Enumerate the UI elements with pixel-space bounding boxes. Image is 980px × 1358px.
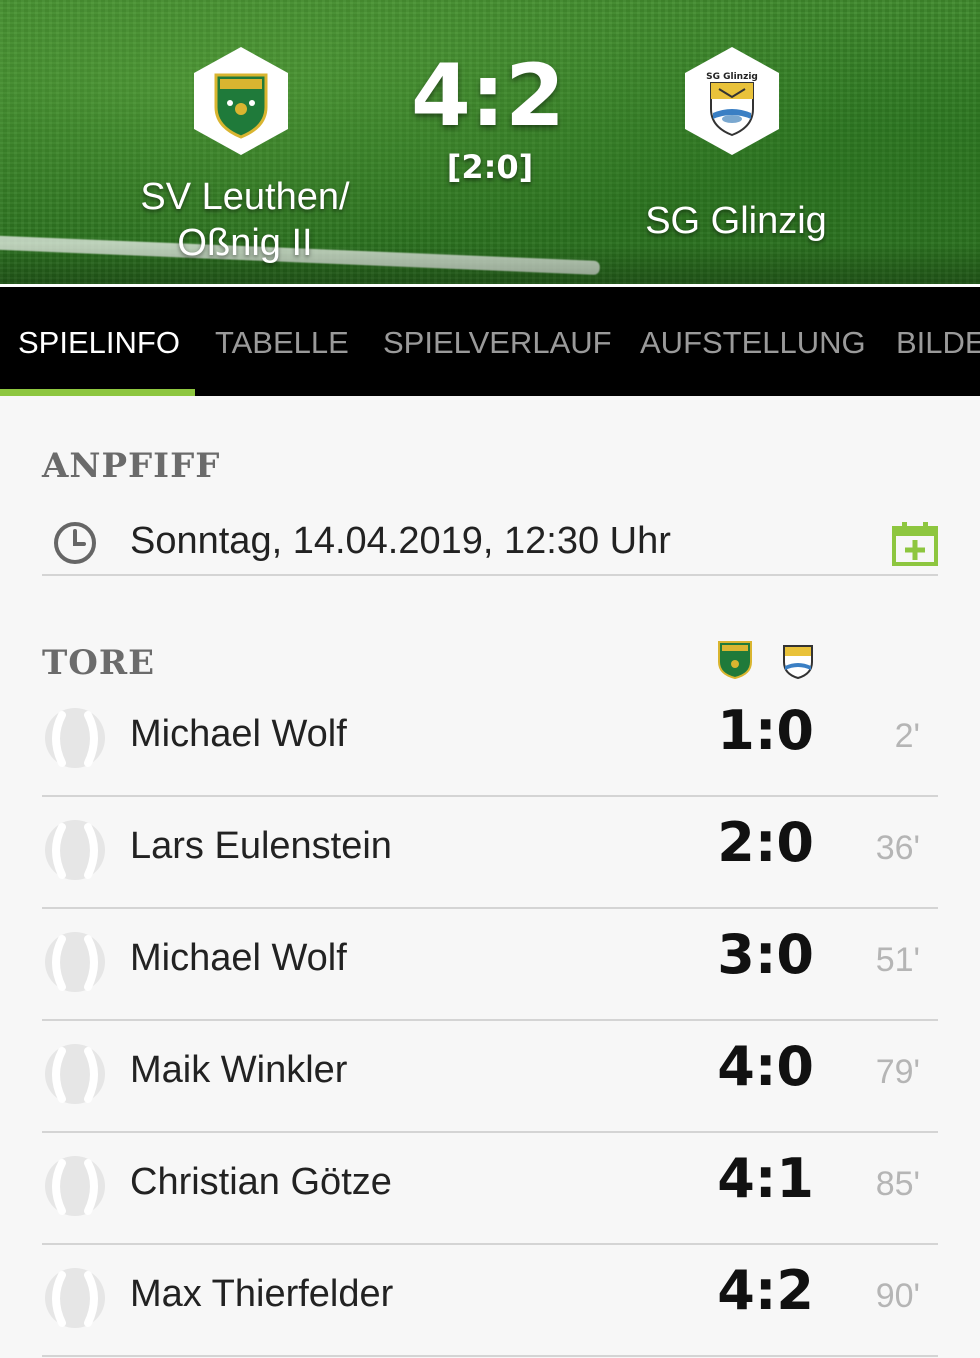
tab-aufstellung[interactable]: AUFSTELLUNG — [640, 287, 866, 396]
home-team-name: SV Leuthen/ Oßnig II — [130, 174, 360, 266]
svg-text:SG Glinzig: SG Glinzig — [706, 72, 758, 82]
goal-minute: 85' — [875, 1165, 920, 1203]
final-score: 4:2 — [410, 46, 566, 146]
goal-row[interactable]: Michael Wolf 1:0 2' — [42, 685, 938, 797]
kickoff-row: Sonntag, 14.04.2019, 12:30 Uhr — [42, 510, 938, 576]
goal-score: 4:2 — [717, 1259, 814, 1322]
tab-spielverlauf[interactable]: SPIELVERLAUF — [383, 287, 612, 396]
home-team-name-line1: SV Leuthen/ — [140, 176, 350, 218]
tab-bilder[interactable]: BILDER — [896, 287, 980, 396]
player-avatar-icon — [45, 1044, 105, 1104]
goal-row[interactable]: Lars Eulenstein 2:0 36' — [42, 797, 938, 909]
player-avatar-icon — [45, 708, 105, 768]
goal-scorer: Maik Winkler — [130, 1049, 348, 1091]
active-tab-indicator — [0, 389, 195, 396]
goals-section-title: TORE — [42, 643, 156, 683]
away-team-mini-crest — [780, 640, 816, 680]
goal-scorer: Lars Eulenstein — [130, 825, 392, 867]
player-avatar-icon — [45, 932, 105, 992]
goal-scorer: Max Thierfelder — [130, 1273, 394, 1315]
home-team-mini-crest — [717, 640, 753, 680]
goal-minute: 90' — [875, 1277, 920, 1315]
goal-row[interactable]: Maik Winkler 4:0 79' — [42, 1021, 938, 1133]
goal-row[interactable]: Christian Götze 4:1 85' — [42, 1133, 938, 1245]
away-team-name: SG Glinzig — [645, 200, 827, 242]
tab-spielinfo[interactable]: SPIELINFO — [18, 287, 180, 396]
goal-row[interactable]: Max Thierfelder 4:2 90' — [42, 1245, 938, 1357]
kickoff-section-title: ANPFIFF — [42, 446, 221, 486]
kickoff-datetime: Sonntag, 14.04.2019, 12:30 Uhr — [130, 520, 671, 562]
goal-scorer: Christian Götze — [130, 1161, 392, 1203]
goal-scorer: Michael Wolf — [130, 713, 347, 755]
goal-minute: 2' — [894, 717, 920, 755]
player-avatar-icon — [45, 1156, 105, 1216]
home-team-name-line2: Oßnig II — [177, 222, 313, 264]
clock-icon — [54, 522, 96, 564]
goal-scorer: Michael Wolf — [130, 937, 347, 979]
goal-score: 3:0 — [717, 923, 814, 986]
goal-row[interactable]: Michael Wolf 3:0 51' — [42, 909, 938, 1021]
goal-minute: 51' — [875, 941, 920, 979]
away-team-crest[interactable]: SG Glinzig — [681, 45, 783, 157]
goal-score: 4:0 — [717, 1035, 814, 1098]
home-team-crest[interactable] — [190, 45, 292, 157]
goal-score: 1:0 — [717, 699, 814, 762]
player-avatar-icon — [45, 820, 105, 880]
calendar-add-icon[interactable] — [892, 522, 938, 566]
player-avatar-icon — [45, 1268, 105, 1328]
tab-tabelle[interactable]: TABELLE — [215, 287, 349, 396]
goal-minute: 79' — [875, 1053, 920, 1091]
goal-minute: 36' — [875, 829, 920, 867]
goal-score: 4:1 — [717, 1147, 814, 1210]
tab-bar: SPIELINFO TABELLE SPIELVERLAUF AUFSTELLU… — [0, 284, 980, 396]
goal-score: 2:0 — [717, 811, 814, 874]
halftime-score: [2:0] — [446, 148, 534, 186]
match-header: SV Leuthen/ Oßnig II 4:2 [2:0] SG Glinzi… — [0, 0, 980, 284]
